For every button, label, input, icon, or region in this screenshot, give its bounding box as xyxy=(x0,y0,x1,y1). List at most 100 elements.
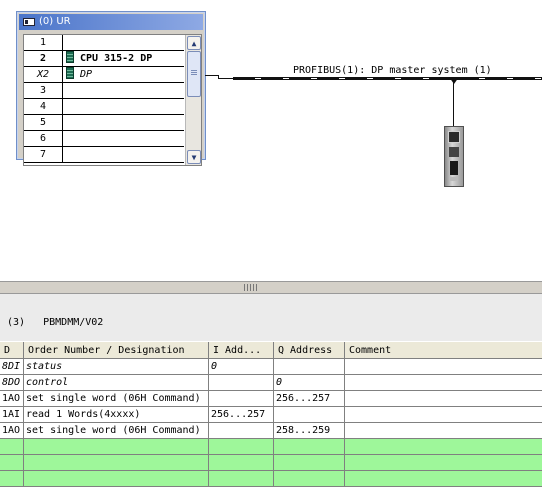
table-row[interactable]: 1AO set single word (06H Command) 258...… xyxy=(0,423,542,439)
slot-number: 1 xyxy=(39,37,47,48)
cell-empty xyxy=(0,439,24,454)
device-display xyxy=(448,131,460,143)
column-divider xyxy=(62,131,63,146)
rack-title: (0) UR xyxy=(39,16,71,27)
dp-connector-line xyxy=(205,75,219,76)
column-divider xyxy=(62,83,63,98)
cell-i-address: 256...257 xyxy=(209,407,274,422)
cell-designation: status xyxy=(24,359,209,374)
cell-empty xyxy=(0,455,24,470)
detail-header: (3) PBMDMM/V02 xyxy=(7,317,104,328)
cell-slot: 8DI xyxy=(0,359,24,374)
cell-comment xyxy=(345,375,542,390)
slot-row-7[interactable]: 7 xyxy=(24,147,184,163)
rack-window[interactable]: (0) UR 1 2 CPU 315-2 DP X2 DP 3 4 5 6 7 … xyxy=(16,11,206,166)
profibus-line-dashes xyxy=(233,78,542,79)
cell-slot: 1AO xyxy=(0,391,24,406)
empty-table-row[interactable] xyxy=(0,471,542,487)
cell-empty xyxy=(274,471,345,486)
slot-row-1[interactable]: 1 xyxy=(24,35,184,51)
cell-empty xyxy=(345,471,542,486)
cell-empty xyxy=(274,455,345,470)
profibus-label: PROFIBUS(1): DP master system (1) xyxy=(293,65,492,76)
table-row[interactable]: 1AO set single word (06H Command) 256...… xyxy=(0,391,542,407)
table-row[interactable]: 8DI status 0 xyxy=(0,359,542,375)
empty-table-row[interactable] xyxy=(0,439,542,455)
cell-comment xyxy=(345,391,542,406)
cpu-module-icon xyxy=(66,51,74,63)
slot-number: 4 xyxy=(39,101,47,112)
cell-slot: 1AI xyxy=(0,407,24,422)
cell-i-address xyxy=(209,423,274,438)
slot-number: 5 xyxy=(39,117,47,128)
column-divider xyxy=(62,51,63,66)
cell-empty xyxy=(345,439,542,454)
slot-number: X2 xyxy=(36,69,50,80)
device-part xyxy=(449,147,459,157)
dp-connector-line xyxy=(218,78,234,79)
device-part xyxy=(450,161,458,175)
cell-designation: set single word (06H Command) xyxy=(24,423,209,438)
column-header-slot[interactable]: D xyxy=(0,342,24,359)
slot-number: 2 xyxy=(39,53,47,64)
scroll-up-icon[interactable]: ▲ xyxy=(187,36,201,50)
device-part xyxy=(450,177,458,181)
column-header-q-address[interactable]: Q Address xyxy=(274,342,345,359)
scroll-thumb[interactable] xyxy=(187,51,201,97)
cell-empty xyxy=(0,471,24,486)
detail-view: (3) PBMDMM/V02 D Order Number / Designat… xyxy=(0,294,542,487)
cell-slot: 1AO xyxy=(0,423,24,438)
slot-number: 3 xyxy=(39,85,47,96)
slot-row-5[interactable]: 5 xyxy=(24,115,184,131)
dp-slave-device-icon[interactable] xyxy=(444,126,464,187)
splitter-grip-icon[interactable] xyxy=(244,284,258,291)
column-divider xyxy=(62,147,63,162)
slot-row-2[interactable]: 2 CPU 315-2 DP xyxy=(24,51,184,67)
slot-number: 7 xyxy=(39,149,47,160)
cell-designation: control xyxy=(24,375,209,390)
cell-q-address xyxy=(274,359,345,374)
dp-interface-icon xyxy=(66,67,74,79)
cell-empty xyxy=(345,455,542,470)
column-divider xyxy=(62,115,63,130)
cell-empty xyxy=(209,471,274,486)
slot-module: CPU 315-2 DP xyxy=(66,51,152,66)
rack-title-bar[interactable]: (0) UR xyxy=(19,14,203,30)
cell-designation: read 1 Words(4xxxx) xyxy=(24,407,209,422)
slot-module: DP xyxy=(66,67,92,82)
slot-module-label: DP xyxy=(80,69,93,80)
cell-empty xyxy=(24,439,209,454)
cell-comment xyxy=(345,407,542,422)
cell-i-address xyxy=(209,375,274,390)
cell-i-address: 0 xyxy=(209,359,274,374)
cell-designation: set single word (06H Command) xyxy=(24,391,209,406)
slot-number: 6 xyxy=(39,133,47,144)
column-header-comment[interactable]: Comment xyxy=(345,342,542,359)
column-header-designation[interactable]: Order Number / Designation xyxy=(24,342,209,359)
table-row[interactable]: 1AI read 1 Words(4xxxx) 256...257 xyxy=(0,407,542,423)
slot-module-label: CPU 315-2 DP xyxy=(80,53,153,64)
slot-row-4[interactable]: 4 xyxy=(24,99,184,115)
pane-splitter[interactable] xyxy=(0,281,542,294)
cell-empty xyxy=(274,439,345,454)
scroll-down-icon[interactable]: ▼ xyxy=(187,150,201,164)
cell-empty xyxy=(209,455,274,470)
cell-q-address: 258...259 xyxy=(274,423,345,438)
slot-row-6[interactable]: 6 xyxy=(24,131,184,147)
rack-vertical-scrollbar[interactable]: ▲ ▼ xyxy=(185,35,201,165)
bus-node-marker-icon xyxy=(449,77,459,84)
table-row[interactable]: 8DO control 0 xyxy=(0,375,542,391)
cell-i-address xyxy=(209,391,274,406)
cell-comment xyxy=(345,359,542,374)
slot-row-x2[interactable]: X2 DP xyxy=(24,67,184,83)
cell-q-address xyxy=(274,407,345,422)
slave-drop-line xyxy=(453,80,454,126)
column-header-i-address[interactable]: I Add... xyxy=(209,342,274,359)
slot-row-3[interactable]: 3 xyxy=(24,83,184,99)
rack-icon xyxy=(23,18,35,26)
cell-q-address: 256...257 xyxy=(274,391,345,406)
empty-table-row[interactable] xyxy=(0,455,542,471)
cell-empty xyxy=(24,455,209,470)
cell-empty xyxy=(24,471,209,486)
cell-comment xyxy=(345,423,542,438)
